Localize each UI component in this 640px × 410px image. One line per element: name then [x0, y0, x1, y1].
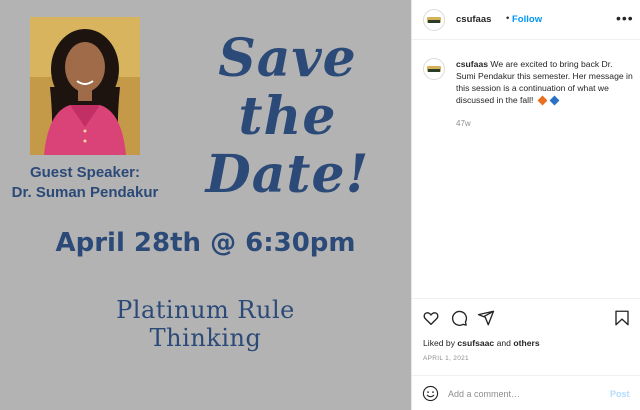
comment-icon[interactable]: [450, 309, 468, 327]
account-avatar[interactable]: [423, 9, 445, 31]
post-comment-button[interactable]: Post: [610, 389, 630, 399]
share-icon[interactable]: [477, 309, 495, 327]
event-datetime: April 28th @ 6:30pm: [55, 228, 356, 258]
caption-logo-band: [428, 69, 440, 72]
likes-summary: Liked by csufsaac and others: [423, 338, 540, 348]
heart-icon[interactable]: [422, 309, 440, 327]
guest-speaker-label: Guest Speaker:: [29, 164, 141, 181]
event-topic-line2: Thinking: [149, 324, 262, 352]
guest-speaker-name: Dr. Suman Pendakur: [11, 184, 159, 201]
caption-username[interactable]: csufaas: [456, 59, 488, 69]
comment-input[interactable]: [448, 385, 598, 402]
action-bar: [412, 298, 640, 338]
orange-diamond-icon: [537, 95, 548, 106]
post-side-panel: csufaas • Follow ••• csufaas We are exci…: [411, 0, 640, 410]
bookmark-icon[interactable]: [613, 309, 631, 327]
speaker-photo: [30, 17, 140, 155]
account-username[interactable]: csufaas: [456, 14, 491, 25]
blue-diamond-icon: [549, 95, 560, 106]
likes-prefix: Liked by: [423, 338, 456, 348]
emoji-icon[interactable]: [422, 385, 439, 402]
event-topic: Platinum Rule Thinking: [0, 296, 411, 352]
likes-user[interactable]: csufsaac: [457, 338, 494, 348]
likes-conjunction: and: [496, 338, 511, 348]
separator-dot: •: [506, 13, 510, 24]
more-options-icon[interactable]: •••: [616, 10, 634, 26]
likes-others[interactable]: others: [513, 338, 539, 348]
caption-text: csufaas We are excited to bring back Dr.…: [456, 58, 634, 106]
event-topic-line1: Platinum Rule: [116, 296, 295, 324]
post-date[interactable]: APRIL 1, 2021: [423, 355, 469, 362]
follow-button[interactable]: Follow: [512, 14, 542, 25]
caption-avatar[interactable]: [423, 58, 445, 80]
post-header: csufaas • Follow •••: [412, 0, 640, 40]
comment-bar: Post: [412, 375, 640, 410]
save-the-date-headline: Save the Date!: [205, 28, 370, 205]
caption-time-ago[interactable]: 47w: [456, 119, 471, 128]
account-logo-band: [428, 20, 440, 23]
post-image[interactable]: Save the Date! Guest Speaker: Dr. Suman …: [0, 0, 411, 410]
